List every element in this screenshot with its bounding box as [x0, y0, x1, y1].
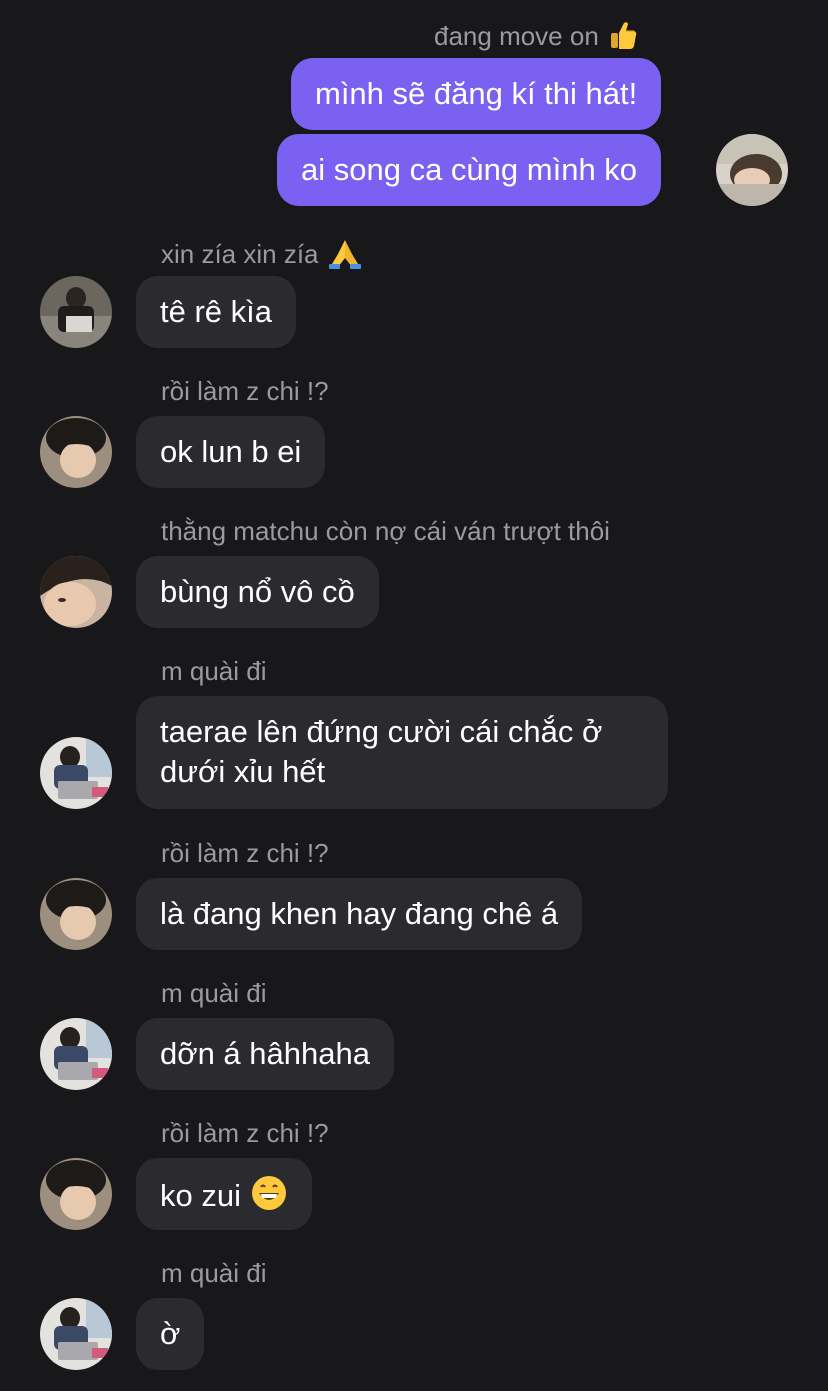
sender-name-text: rồi làm z chi !?: [161, 1118, 329, 1148]
avatar[interactable]: [40, 1158, 112, 1230]
sender-name-text: đang move on: [434, 20, 599, 51]
message-bubble-incoming[interactable]: dỡn á hâhhaha: [136, 1018, 394, 1090]
sender-name-text: rồi làm z chi !?: [161, 838, 329, 868]
avatar[interactable]: [40, 878, 112, 950]
message-bubble-incoming[interactable]: tê rê kìa: [136, 276, 296, 348]
sender-name: rồi làm z chi !?: [161, 838, 329, 868]
message-text: ko zui: [160, 1178, 241, 1214]
message-text: dỡn á hâhhaha: [160, 1036, 370, 1071]
sender-name-text: m quài đi: [161, 656, 267, 686]
sender-name: m quài đi: [161, 656, 267, 686]
message-text: mình sẽ đăng kí thi hát!: [315, 76, 638, 111]
message-text: taerae lên đứng cười cái chắc ở dưới xỉu…: [160, 714, 603, 789]
sender-name: m quài đi: [161, 1258, 267, 1288]
message-bubble-incoming[interactable]: ok lun b ei: [136, 416, 326, 488]
sender-name: xin zía xin zía: [161, 236, 364, 276]
message-bubble-incoming[interactable]: bùng nổ vô cồ: [136, 556, 379, 628]
message-bubble-incoming[interactable]: ko zui: [136, 1158, 312, 1230]
message-bubble-incoming[interactable]: là đang khen hay đang chê á: [136, 878, 583, 950]
message-bubble-incoming[interactable]: ờ: [136, 1298, 205, 1370]
sender-name-text: thằng matchu còn nợ cái ván trượt thôi: [161, 516, 610, 546]
message-bubble-outgoing[interactable]: ai song ca cùng mình ko: [277, 134, 662, 206]
message-text: tê rê kìa: [160, 294, 272, 329]
sender-name: rồi làm z chi !?: [161, 1118, 329, 1148]
message-text: ai song ca cùng mình ko: [301, 152, 638, 187]
sender-name-text: rồi làm z chi !?: [161, 376, 329, 406]
chat-thread: đang move on mình sẽ đăng kí thi hát! ai…: [0, 0, 828, 1391]
avatar[interactable]: [40, 416, 112, 488]
sender-name-text: m quài đi: [161, 1258, 267, 1288]
message-bubble-incoming[interactable]: taerae lên đứng cười cái chắc ở dưới xỉu…: [136, 696, 668, 809]
sender-name: m quài đi: [161, 978, 267, 1008]
message-text: ờ: [160, 1316, 181, 1351]
avatar[interactable]: [40, 276, 112, 348]
avatar[interactable]: [40, 737, 112, 809]
sender-name-text: xin zía xin zía: [161, 238, 319, 269]
sender-name-text: m quài đi: [161, 978, 267, 1008]
avatar-self[interactable]: [716, 134, 788, 206]
message-bubble-outgoing[interactable]: mình sẽ đăng kí thi hát!: [291, 58, 662, 130]
sender-name: thằng matchu còn nợ cái ván trượt thôi: [161, 516, 610, 546]
sender-name: rồi làm z chi !?: [161, 376, 329, 406]
avatar[interactable]: [40, 556, 112, 628]
message-text: là đang khen hay đang chê á: [160, 896, 559, 931]
message-text: bùng nổ vô cồ: [160, 574, 355, 609]
message-text: ok lun b ei: [160, 434, 302, 469]
grinning-face-icon: [250, 1174, 288, 1222]
thumbs-up-icon: [606, 18, 640, 58]
folded-hands-icon: [326, 236, 364, 276]
sender-name-self: đang move on: [434, 18, 640, 58]
avatar[interactable]: [40, 1298, 112, 1370]
avatar[interactable]: [40, 1018, 112, 1090]
